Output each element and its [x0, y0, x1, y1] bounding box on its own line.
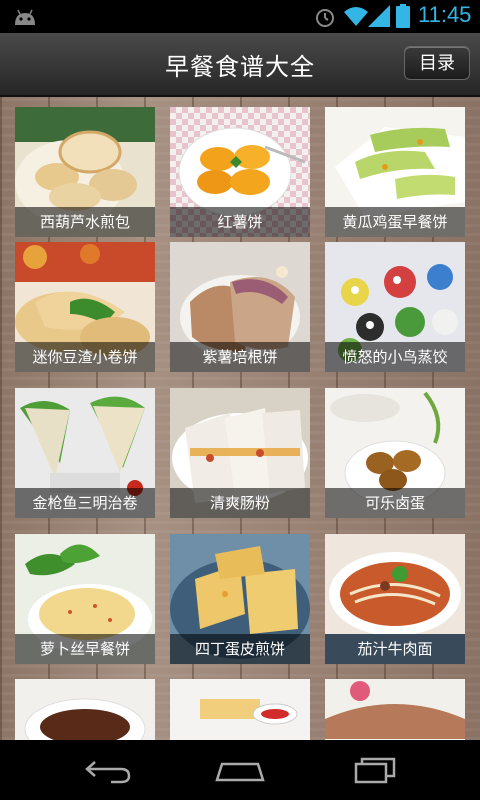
- alarm-icon: [316, 9, 334, 27]
- recipe-tile[interactable]: 四丁蛋皮煎饼: [170, 534, 310, 664]
- recipe-name: 金枪鱼三明治卷: [15, 488, 155, 518]
- recipe-name: 迷你豆渣小卷饼: [15, 342, 155, 372]
- navigation-bar: [0, 740, 480, 800]
- recipe-tile[interactable]: 黄瓜鸡蛋早餐饼: [325, 107, 465, 237]
- clock: 11:45: [418, 2, 472, 27]
- status-bar: 11:45: [0, 0, 480, 33]
- recipe-photo: [325, 679, 465, 740]
- recipe-tile[interactable]: 紫薯培根饼: [170, 242, 310, 372]
- recipe-name: 西葫芦水煎包: [15, 207, 155, 237]
- recipe-name: 茄汁牛肉面: [325, 634, 465, 664]
- android-icon: [15, 9, 35, 25]
- recipe-tile[interactable]: 清爽肠粉: [170, 388, 310, 518]
- recipe-name: 黄瓜鸡蛋早餐饼: [325, 207, 465, 237]
- recipe-tile[interactable]: 迷你豆渣小卷饼: [15, 242, 155, 372]
- recipe-tile[interactable]: [15, 679, 155, 740]
- recipe-tile[interactable]: [325, 679, 465, 740]
- recipe-tile[interactable]: 愤怒的小鸟蒸饺: [325, 242, 465, 372]
- recipe-name: 愤怒的小鸟蒸饺: [325, 342, 465, 372]
- action-bar: 早餐食谱大全 目录: [0, 33, 480, 97]
- recipe-grid: 西葫芦水煎包 红薯饼 黄瓜鸡蛋早餐饼 迷你豆渣小卷饼 紫薯培根饼 愤怒的小鸟蒸饺…: [0, 97, 480, 740]
- recipe-photo: [15, 679, 155, 740]
- recipe-tile[interactable]: 萝卜丝早餐饼: [15, 534, 155, 664]
- catalog-button[interactable]: 目录: [404, 46, 470, 80]
- recent-apps-icon[interactable]: [352, 754, 398, 786]
- signal-icon: [368, 5, 390, 27]
- wifi-icon: [344, 7, 368, 26]
- battery-icon: [396, 4, 410, 28]
- recipe-tile[interactable]: 红薯饼: [170, 107, 310, 237]
- recipe-name: 清爽肠粉: [170, 488, 310, 518]
- recipe-tile[interactable]: 西葫芦水煎包: [15, 107, 155, 237]
- back-icon[interactable]: [83, 754, 133, 786]
- recipe-name: 红薯饼: [170, 207, 310, 237]
- recipe-tile[interactable]: 茄汁牛肉面: [325, 534, 465, 664]
- recipe-photo: [170, 679, 310, 740]
- recipe-name: 可乐卤蛋: [325, 488, 465, 518]
- recipe-name: 四丁蛋皮煎饼: [170, 634, 310, 664]
- recipe-tile[interactable]: 可乐卤蛋: [325, 388, 465, 518]
- home-icon[interactable]: [214, 754, 266, 786]
- recipe-name: 紫薯培根饼: [170, 342, 310, 372]
- recipe-name: 萝卜丝早餐饼: [15, 634, 155, 664]
- recipe-tile[interactable]: 金枪鱼三明治卷: [15, 388, 155, 518]
- recipe-tile[interactable]: [170, 679, 310, 740]
